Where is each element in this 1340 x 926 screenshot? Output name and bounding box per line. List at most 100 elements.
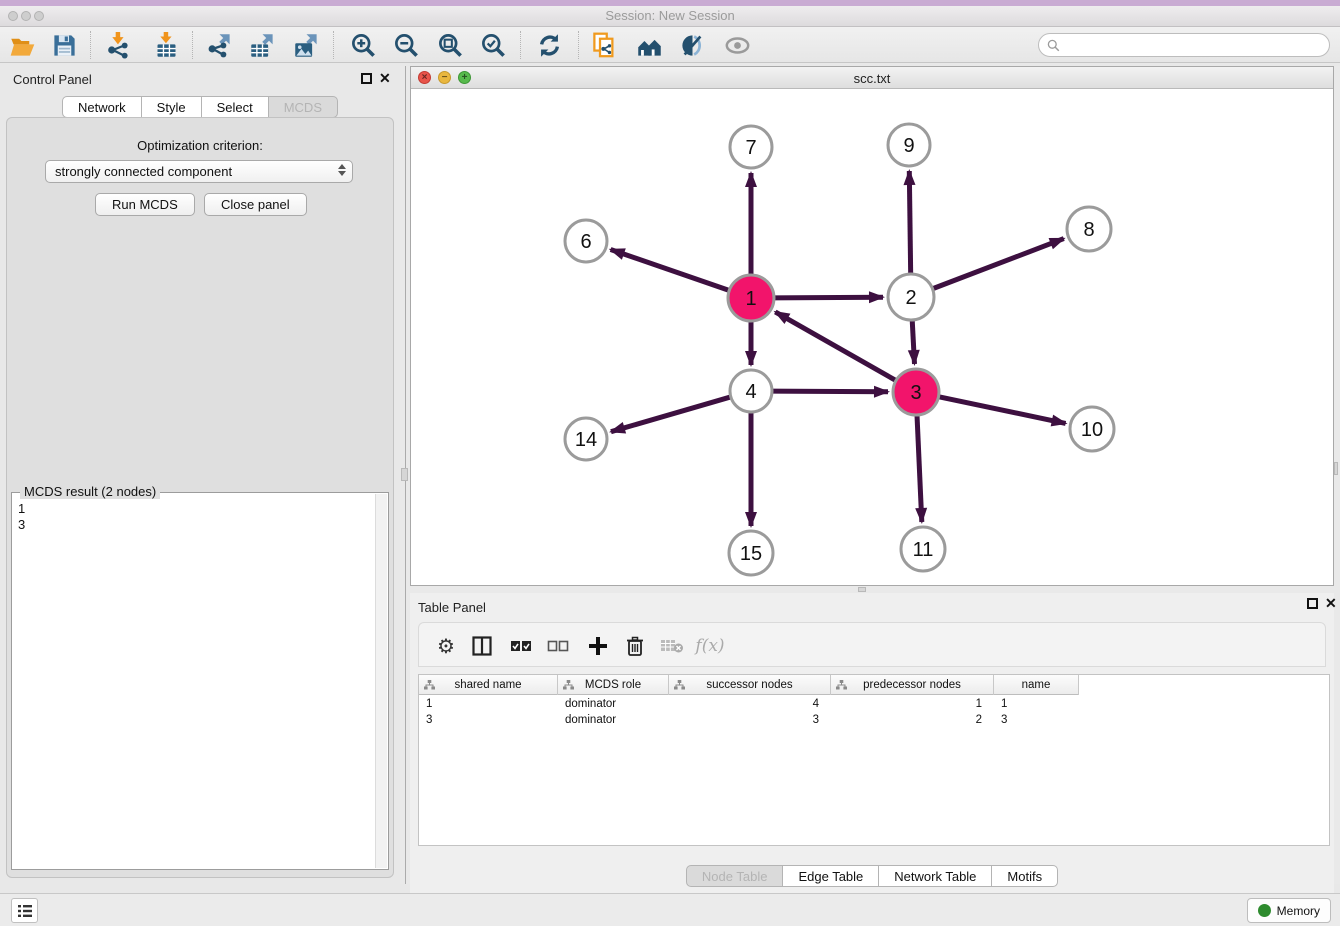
toolbar-separator	[578, 31, 579, 59]
splitter-grip[interactable]	[1334, 462, 1338, 475]
column-header-shared-name[interactable]: shared name	[419, 675, 558, 695]
close-table-panel-icon[interactable]: ✕	[1325, 594, 1337, 612]
settings-gear-icon[interactable]: ⚙	[431, 631, 461, 661]
float-panel-icon[interactable]	[361, 73, 372, 84]
control-panel-title: Control Panel	[13, 72, 92, 87]
splitter-grip[interactable]	[401, 468, 408, 481]
node-10[interactable]: 10	[1070, 407, 1114, 451]
import-network-icon[interactable]	[102, 29, 134, 61]
table-cell[interactable]: 1	[831, 696, 994, 712]
table-cell[interactable]: dominator	[558, 712, 669, 728]
new-network-from-selection-icon[interactable]	[588, 29, 620, 61]
node-6[interactable]: 6	[565, 220, 607, 262]
search-box[interactable]	[1038, 33, 1330, 57]
control-tab-select[interactable]: Select	[201, 96, 269, 118]
node-7[interactable]: 7	[730, 126, 772, 168]
column-header-name[interactable]: name	[994, 675, 1079, 695]
zoom-out-icon[interactable]	[390, 29, 422, 61]
export-network-icon[interactable]	[203, 29, 235, 61]
optimization-criterion-dropdown[interactable]: strongly connected component	[45, 160, 353, 183]
unselect-all-columns-icon[interactable]	[543, 631, 573, 661]
node-8[interactable]: 8	[1067, 207, 1111, 251]
select-all-columns-icon[interactable]	[506, 631, 536, 661]
table-cell[interactable]: 1	[994, 696, 1079, 712]
tab-motifs[interactable]: Motifs	[991, 865, 1058, 887]
splitter-grip[interactable]	[858, 587, 866, 592]
table-cell[interactable]: 4	[669, 696, 831, 712]
table-cell[interactable]: 3	[419, 712, 558, 728]
edge-1-2[interactable]	[772, 297, 883, 298]
node-14[interactable]: 14	[565, 418, 607, 460]
table-cell[interactable]: 1	[419, 696, 558, 712]
search-icon	[1047, 39, 1060, 52]
export-table-icon[interactable]	[246, 29, 278, 61]
node-3[interactable]: 3	[893, 369, 939, 415]
zoom-fit-content-icon[interactable]	[434, 29, 466, 61]
node-11[interactable]: 11	[901, 527, 945, 571]
table-header-row: shared nameMCDS rolesuccessor nodesprede…	[419, 675, 1079, 695]
right-splitter[interactable]	[1334, 66, 1340, 884]
node-9[interactable]: 9	[888, 124, 930, 166]
tab-edge-table[interactable]: Edge Table	[782, 865, 879, 887]
toggle-graphics-details-icon[interactable]	[676, 29, 708, 61]
edge-2-9[interactable]	[909, 171, 910, 276]
add-column-icon[interactable]	[583, 631, 613, 661]
edge-4-14[interactable]	[611, 396, 733, 431]
node-15[interactable]: 15	[729, 531, 773, 575]
import-table-icon[interactable]	[150, 29, 182, 61]
memory-button[interactable]: Memory	[1247, 898, 1331, 923]
result-scrollbar[interactable]	[375, 494, 387, 868]
zoom-selected-icon[interactable]	[477, 29, 509, 61]
table-body: 1dominator4113dominator323	[419, 696, 1329, 728]
column-header-MCDS-role[interactable]: MCDS role	[558, 675, 669, 695]
open-session-icon[interactable]	[6, 29, 38, 61]
svg-text:15: 15	[740, 543, 762, 565]
table-cell[interactable]: 2	[831, 712, 994, 728]
edge-2-8[interactable]	[931, 239, 1064, 290]
control-tab-style[interactable]: Style	[141, 96, 202, 118]
save-session-icon[interactable]	[48, 29, 80, 61]
table-row[interactable]: 1dominator411	[419, 696, 1329, 712]
edge-2-3[interactable]	[912, 318, 914, 364]
task-history-button[interactable]	[11, 898, 38, 923]
tab-node-table[interactable]: Node Table	[686, 865, 784, 887]
column-layout-icon[interactable]	[467, 631, 497, 661]
edge-3-1[interactable]	[775, 312, 898, 382]
close-panel-icon[interactable]: ✕	[379, 69, 391, 87]
edge-3-10[interactable]	[937, 396, 1066, 423]
svg-text:6: 6	[580, 231, 591, 253]
node-2[interactable]: 2	[888, 274, 934, 320]
horizontal-splitter[interactable]	[410, 586, 1340, 593]
network-overview-icon[interactable]	[633, 29, 665, 61]
zoom-in-icon[interactable]	[347, 29, 379, 61]
run-mcds-button[interactable]: Run MCDS	[95, 193, 195, 216]
delete-column-icon[interactable]	[620, 631, 650, 661]
edge-3-11[interactable]	[917, 413, 922, 522]
network-canvas[interactable]: 1 2 3 4 6 7 8 9 10 11 14 15	[411, 89, 1333, 585]
svg-text:10: 10	[1081, 419, 1103, 441]
tab-network-table[interactable]: Network Table	[878, 865, 992, 887]
control-tab-network[interactable]: Network	[62, 96, 142, 118]
edge-1-6[interactable]	[611, 250, 732, 292]
table-cell[interactable]: 3	[669, 712, 831, 728]
network-window-titlebar[interactable]: × − + scc.txt	[411, 67, 1333, 89]
node-1[interactable]: 1	[728, 275, 774, 321]
control-tab-mcds[interactable]: MCDS	[268, 96, 338, 118]
close-panel-button[interactable]: Close panel	[204, 193, 307, 216]
column-header-successor-nodes[interactable]: successor nodes	[669, 675, 831, 695]
vertical-splitter[interactable]	[400, 66, 410, 884]
toolbar-separator	[333, 31, 334, 59]
network-graph[interactable]: 1 2 3 4 6 7 8 9 10 11 14 15	[411, 89, 1333, 585]
node-4[interactable]: 4	[730, 370, 772, 412]
mcds-result-list: 13	[18, 501, 25, 533]
search-input[interactable]	[1065, 38, 1329, 52]
float-table-panel-icon[interactable]	[1307, 598, 1318, 609]
optimization-criterion-label: Optimization criterion:	[7, 138, 393, 153]
table-cell[interactable]: dominator	[558, 696, 669, 712]
column-header-predecessor-nodes[interactable]: predecessor nodes	[831, 675, 994, 695]
edge-4-3[interactable]	[770, 391, 888, 392]
refresh-view-icon[interactable]	[533, 29, 565, 61]
export-image-icon[interactable]	[290, 29, 322, 61]
table-cell[interactable]: 3	[994, 712, 1079, 728]
table-row[interactable]: 3dominator323	[419, 712, 1329, 728]
